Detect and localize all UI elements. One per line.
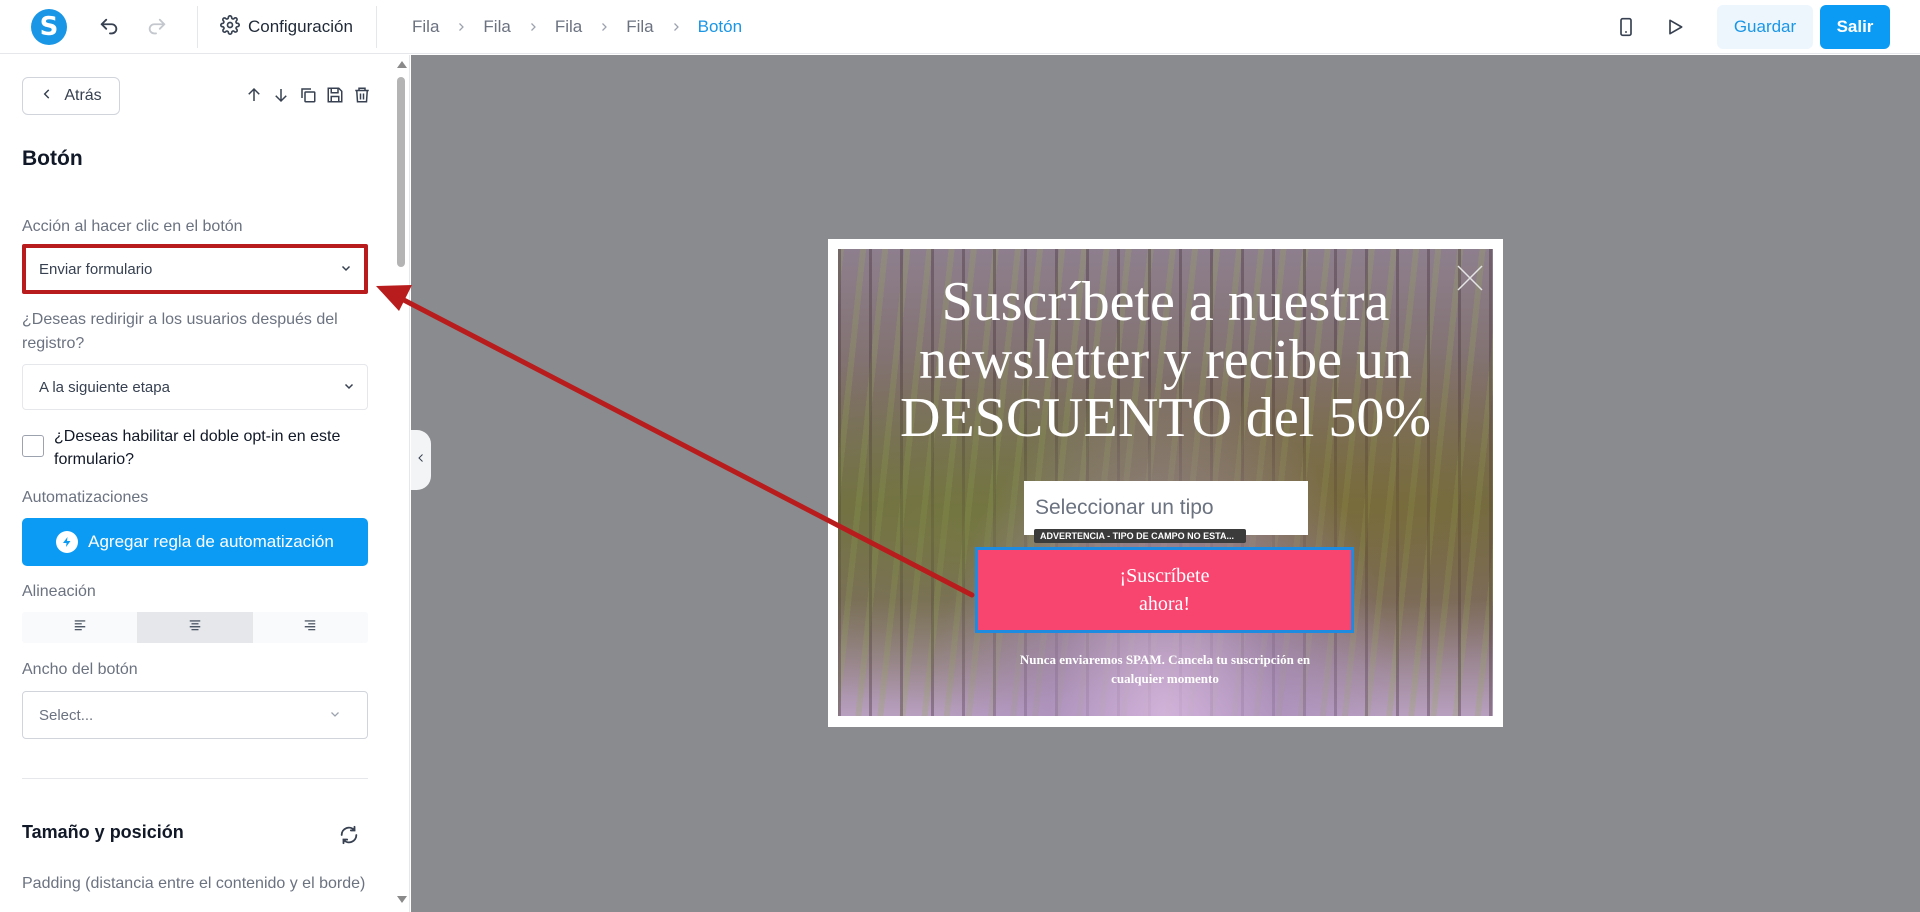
redo-icon[interactable]	[144, 14, 170, 40]
button-width-placeholder: Select...	[39, 706, 94, 724]
redirect-label: ¿Deseas redirigir a los usuarios después…	[22, 311, 338, 352]
settings-label: Configuración	[248, 17, 353, 36]
field-type-warning: ADVERTENCIA - TIPO DE CAMPO NO ESTA...	[1034, 529, 1246, 543]
app-logo[interactable]: S	[31, 9, 67, 45]
align-right-icon	[303, 618, 317, 637]
undo-icon[interactable]	[96, 14, 122, 40]
save-button[interactable]: Guardar	[1717, 5, 1813, 49]
align-right-button[interactable]	[253, 612, 368, 643]
trash-icon[interactable]	[352, 85, 372, 105]
chevron-down-icon	[340, 261, 352, 278]
subscribe-button-label: ¡Suscríbete ahora!	[1119, 565, 1210, 615]
arrow-down-icon[interactable]	[271, 85, 291, 105]
chevron-left-icon	[415, 450, 427, 471]
double-optin-row: ¿Deseas habilitar el doble opt-in en est…	[22, 425, 374, 471]
collapse-panel-button[interactable]	[411, 430, 431, 490]
breadcrumb-current[interactable]: Botón	[698, 17, 742, 37]
button-width-label: Ancho del botón	[22, 661, 138, 678]
chevron-right-icon	[670, 21, 682, 33]
breadcrumb: Fila Fila Fila Fila Botón	[412, 14, 742, 40]
copy-icon[interactable]	[298, 85, 318, 105]
action-label: Acción al hacer clic en el botón	[22, 218, 243, 235]
bolt-icon	[56, 531, 79, 553]
chevron-down-icon	[329, 707, 341, 724]
divider	[197, 6, 198, 48]
breadcrumb-item[interactable]: Fila	[412, 17, 439, 37]
subscribe-button[interactable]: ¡Suscríbete ahora!	[975, 547, 1354, 633]
chevron-right-icon	[598, 21, 610, 33]
panel-title: Botón	[22, 147, 83, 170]
popup-note[interactable]: Nunca enviaremos SPAM. Cancela tu suscri…	[995, 650, 1335, 688]
button-width-select[interactable]: Select...	[22, 691, 368, 739]
back-label: Atrás	[64, 87, 102, 104]
properties-panel: Atrás Botón Acción al hacer clic en el b…	[0, 55, 410, 912]
element-toolbar	[244, 85, 372, 105]
play-icon[interactable]	[1662, 14, 1688, 40]
add-automation-rule-button[interactable]: Agregar regla de automatización	[22, 518, 368, 566]
chevron-down-icon	[343, 379, 355, 396]
alignment-label: Alineación	[22, 583, 96, 600]
align-left-button[interactable]	[22, 612, 137, 643]
align-center-button[interactable]	[137, 612, 253, 643]
popup-title[interactable]: Suscríbete a nuestra newsletter y recibe…	[838, 273, 1493, 447]
chevron-right-icon	[455, 21, 467, 33]
breadcrumb-item[interactable]: Fila	[555, 17, 582, 37]
scrollbar[interactable]	[394, 55, 409, 912]
align-center-icon	[188, 618, 202, 637]
arrow-up-icon[interactable]	[244, 85, 264, 105]
scroll-down-icon[interactable]	[396, 895, 408, 905]
padding-label: Padding (distancia entre el contenido y …	[22, 875, 366, 892]
button-action-select[interactable]: Enviar formulario	[22, 244, 368, 294]
back-button[interactable]: Atrás	[22, 77, 120, 115]
top-bar: S Configuración Fila Fila Fila Fila Botó…	[0, 0, 1920, 54]
save-icon[interactable]	[325, 85, 345, 105]
mobile-preview-icon[interactable]	[1613, 14, 1639, 40]
chevron-right-icon	[527, 21, 539, 33]
add-automation-rule-label: Agregar regla de automatización	[88, 532, 334, 551]
popup-input-field[interactable]: Seleccionar un tipo	[1024, 481, 1308, 535]
chevron-left-icon	[40, 87, 54, 106]
breadcrumb-item[interactable]: Fila	[483, 17, 510, 37]
double-optin-label: ¿Deseas habilitar el doble opt-in en est…	[54, 428, 341, 468]
double-optin-checkbox[interactable]	[22, 435, 44, 457]
popup-background-image: Suscríbete a nuestra newsletter y recibe…	[838, 249, 1493, 716]
divider	[376, 6, 377, 48]
redirect-value: A la siguiente etapa	[39, 378, 170, 396]
align-left-icon	[73, 618, 87, 637]
reset-icon[interactable]	[338, 824, 360, 851]
breadcrumb-item[interactable]: Fila	[626, 17, 653, 37]
button-action-value: Enviar formulario	[39, 260, 153, 278]
exit-button[interactable]: Salir	[1820, 5, 1890, 49]
section-divider	[22, 778, 368, 779]
scroll-thumb[interactable]	[397, 77, 405, 267]
settings-button[interactable]: Configuración	[220, 14, 353, 40]
size-position-title: Tamaño y posición	[22, 822, 184, 842]
scroll-up-icon[interactable]	[396, 59, 408, 69]
alignment-group	[22, 612, 368, 643]
gear-icon	[220, 14, 240, 40]
automations-label: Automatizaciones	[22, 489, 149, 506]
redirect-select[interactable]: A la siguiente etapa	[22, 364, 368, 410]
